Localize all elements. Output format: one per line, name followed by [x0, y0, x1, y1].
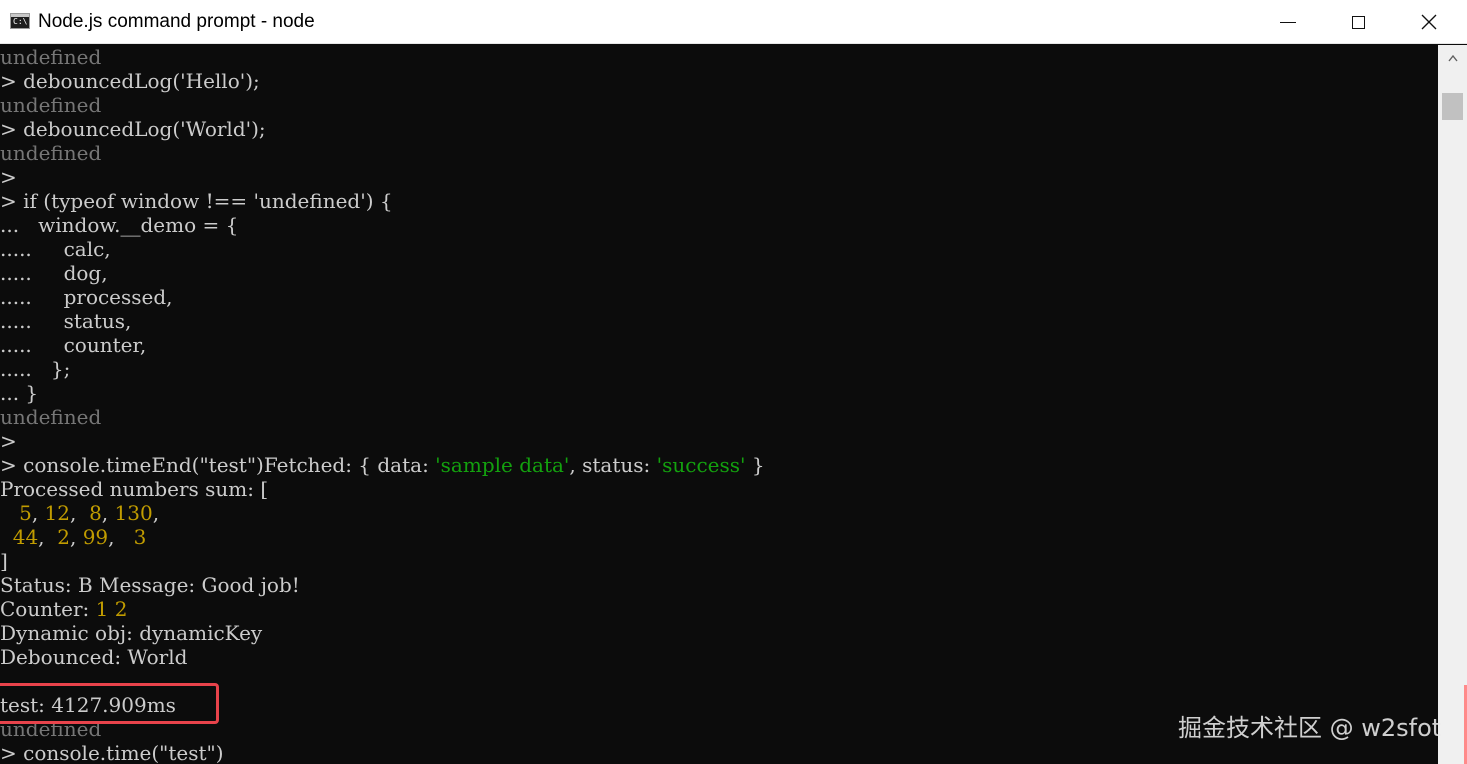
console-line: undefined — [0, 141, 102, 165]
minimize-icon — [1280, 21, 1296, 23]
console-line: 5, 12, 8, 130, — [0, 501, 159, 525]
number-token: 5 — [19, 501, 32, 525]
console-line: ..... processed, — [0, 285, 173, 309]
text-token: , — [101, 501, 115, 525]
console-line: Processed numbers sum: [ — [0, 477, 269, 501]
terminal-window: C:\ Node.js command prompt - node undefi… — [0, 0, 1467, 764]
console-line: Debounced: World — [0, 645, 188, 669]
console-line: > console.timeEnd("test")Fetched: { data… — [0, 453, 765, 477]
maximize-icon — [1351, 15, 1365, 29]
string-token: 'success' — [656, 453, 746, 477]
number-token: 2 — [57, 525, 70, 549]
console-line: > — [0, 165, 17, 189]
text-token: Counter: — [0, 597, 96, 621]
text-token: , — [152, 501, 160, 525]
number-token: 1 — [95, 597, 109, 621]
vertical-scrollbar[interactable] — [1438, 45, 1467, 764]
console-icon-glyph: C:\ — [13, 17, 28, 26]
console-icon: C:\ — [10, 13, 30, 29]
number-token: 99 — [82, 525, 109, 549]
console-line: > — [0, 429, 17, 453]
text-token: , — [108, 525, 134, 549]
console-line: > if (typeof window !== 'undefined') { — [0, 189, 393, 213]
number-token: 3 — [133, 525, 147, 549]
console-line: ... window.__demo = { — [0, 213, 239, 237]
number-token: 130 — [114, 501, 153, 525]
console-line: ..... calc, — [0, 237, 111, 261]
console-line: ..... }; — [0, 357, 71, 381]
console-line: Dynamic obj: dynamicKey — [0, 621, 263, 645]
number-token: 2 — [114, 597, 128, 621]
console-line: ] — [0, 549, 8, 573]
watermark: 掘金技术社区 @ w2sfot — [1178, 714, 1442, 742]
number-token: 44 — [12, 525, 39, 549]
console-line: > debouncedLog('World'); — [0, 117, 266, 141]
console-line: ..... dog, — [0, 261, 108, 285]
text-token: , — [69, 525, 83, 549]
text-token: } — [745, 453, 765, 477]
number-token: 12 — [44, 501, 70, 525]
console-line: ..... status, — [0, 309, 132, 333]
minimize-button[interactable] — [1253, 0, 1323, 44]
console-line: Status: B Message: Good job! — [0, 573, 300, 597]
console-line: undefined — [0, 93, 102, 117]
text-token: , — [69, 501, 90, 525]
timing-highlight-box — [0, 683, 219, 724]
close-button[interactable] — [1394, 0, 1464, 44]
string-token: 'sample data' — [435, 453, 570, 477]
console-line: undefined — [0, 45, 102, 69]
scroll-up-button[interactable] — [1438, 45, 1467, 71]
console-line: ..... counter, — [0, 333, 147, 357]
console-line: Counter: 1 2 — [0, 597, 127, 621]
scroll-up-arrow-icon — [1447, 54, 1458, 61]
close-icon — [1421, 14, 1437, 30]
text-token: , — [38, 525, 58, 549]
text-token: > console.timeEnd("test")Fetched: { data… — [0, 453, 436, 477]
window-title: Node.js command prompt - node — [38, 11, 315, 32]
console-line: 44, 2, 99, 3 — [0, 525, 147, 549]
console-line: ... } — [0, 381, 39, 405]
scrollbar-thumb[interactable] — [1442, 93, 1463, 120]
console-line: undefined — [0, 405, 102, 429]
number-token: 8 — [89, 501, 102, 525]
maximize-button[interactable] — [1323, 0, 1393, 44]
text-token: , — [31, 501, 45, 525]
console-line: > debouncedLog('Hello'); — [0, 69, 260, 93]
console-line: > console.time("test") — [0, 741, 224, 764]
text-token: , status: — [569, 453, 657, 477]
title-bar[interactable]: C:\ Node.js command prompt - node — [0, 0, 1467, 44]
console-output[interactable]: undefined > debouncedLog('Hello'); undefin… — [0, 45, 1438, 764]
